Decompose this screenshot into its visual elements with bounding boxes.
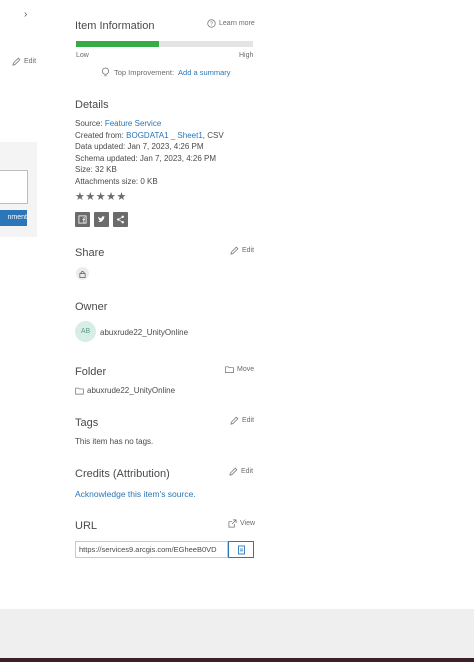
url-title: URL — [75, 520, 98, 532]
star-icon[interactable]: ★ — [85, 191, 95, 203]
created-link[interactable]: BOGDATA1 _ Sheet1 — [126, 131, 203, 140]
source-label: Source: — [75, 119, 103, 128]
share-title: Share — [75, 247, 105, 259]
tags-title: Tags — [75, 417, 99, 429]
learn-more-link[interactable]: ? Learn more — [207, 19, 255, 28]
url-view-label: View — [240, 520, 256, 527]
pencil-icon — [12, 57, 21, 66]
folder-move-icon — [225, 366, 234, 374]
chevron-right-icon[interactable]: › — [24, 9, 27, 20]
copy-icon — [237, 545, 245, 554]
footer-area — [0, 609, 474, 658]
url-view-button[interactable]: View — [228, 519, 255, 528]
facebook-icon[interactable] — [75, 212, 90, 227]
data-updated-line: Data updated: Jan 7, 2023, 4:26 PM — [75, 142, 204, 151]
owner-name[interactable]: abuxrude22_UnityOnline — [100, 328, 188, 337]
source-line: Source: Feature Service — [75, 118, 224, 130]
credits-title: Credits (Attribution) — [75, 468, 170, 480]
tags-edit-button[interactable]: Edit — [230, 416, 254, 425]
schema-updated-line: Schema updated: Jan 7, 2023, 4:26 PM — [75, 153, 216, 163]
details-title: Details — [75, 99, 109, 111]
top-improvement-row: Top Improvement: Add a summary — [101, 67, 231, 78]
social-buttons — [75, 212, 128, 227]
folder-row: abuxrude22_UnityOnline — [75, 386, 175, 395]
created-suffix: , CSV — [202, 130, 224, 140]
credits-edit-button[interactable]: Edit — [229, 467, 253, 476]
left-edit-button[interactable]: Edit — [12, 57, 36, 66]
twitter-icon[interactable] — [94, 212, 109, 227]
bottom-bar — [0, 658, 474, 662]
folder-icon — [75, 387, 84, 394]
progress-high-label: High — [239, 52, 254, 59]
owner-title: Owner — [75, 301, 108, 313]
external-link-icon — [228, 519, 237, 528]
lightbulb-icon — [101, 67, 110, 77]
quality-progress-fill — [76, 41, 160, 47]
learn-more-label: Learn more — [219, 20, 255, 27]
help-icon: ? — [207, 19, 216, 28]
folder-title: Folder — [75, 366, 107, 378]
lock-icon — [76, 267, 89, 280]
size-line: Size: 32 KB — [75, 165, 117, 174]
add-summary-link[interactable]: Add a summary — [178, 68, 231, 77]
svg-text:?: ? — [210, 22, 213, 28]
attachments-line: Attachments size: 0 KB — [75, 176, 158, 186]
progress-low-label: Low — [76, 52, 89, 59]
details-list: Source: Feature Service Created from: BO… — [75, 118, 224, 187]
url-field[interactable]: https://services9.arcgis.com/EGheeB0VD — [75, 541, 228, 558]
folder-name: abuxrude22_UnityOnline — [87, 386, 176, 395]
folder-move-label: Move — [237, 366, 255, 373]
folder-move-button[interactable]: Move — [225, 365, 254, 374]
top-improvement-label: Top Improvement: — [114, 68, 175, 77]
star-icon[interactable]: ★ — [106, 191, 116, 203]
quality-progress-bar — [76, 41, 253, 47]
avatar[interactable]: AB — [75, 321, 96, 342]
pencil-icon — [230, 246, 239, 255]
created-line: Created from: BOGDATA1 _ Sheet1, CSV — [75, 130, 224, 142]
tags-empty-text: This item has no tags. — [75, 437, 154, 446]
source-link[interactable]: Feature Service — [105, 119, 161, 128]
left-textarea[interactable] — [0, 170, 28, 204]
pencil-icon — [230, 416, 239, 425]
share-link-icon[interactable] — [113, 212, 128, 227]
star-icon[interactable]: ★ — [117, 191, 127, 203]
pencil-icon — [229, 467, 238, 476]
rating-stars[interactable]: ★★★★★ — [75, 190, 127, 203]
item-information-title: Item Information — [75, 20, 155, 32]
share-edit-button[interactable]: Edit — [230, 246, 254, 255]
left-submit-button[interactable]: nment — [0, 210, 27, 226]
created-label: Created from: — [75, 130, 124, 140]
credits-edit-label: Edit — [241, 468, 254, 475]
left-edit-label: Edit — [24, 58, 37, 65]
star-icon[interactable]: ★ — [96, 191, 106, 203]
acknowledge-source-link[interactable]: Acknowledge this item's source. — [75, 489, 196, 499]
tags-edit-label: Edit — [242, 417, 255, 424]
share-edit-label: Edit — [242, 247, 255, 254]
copy-url-button[interactable] — [228, 541, 254, 558]
star-icon[interactable]: ★ — [75, 191, 85, 203]
